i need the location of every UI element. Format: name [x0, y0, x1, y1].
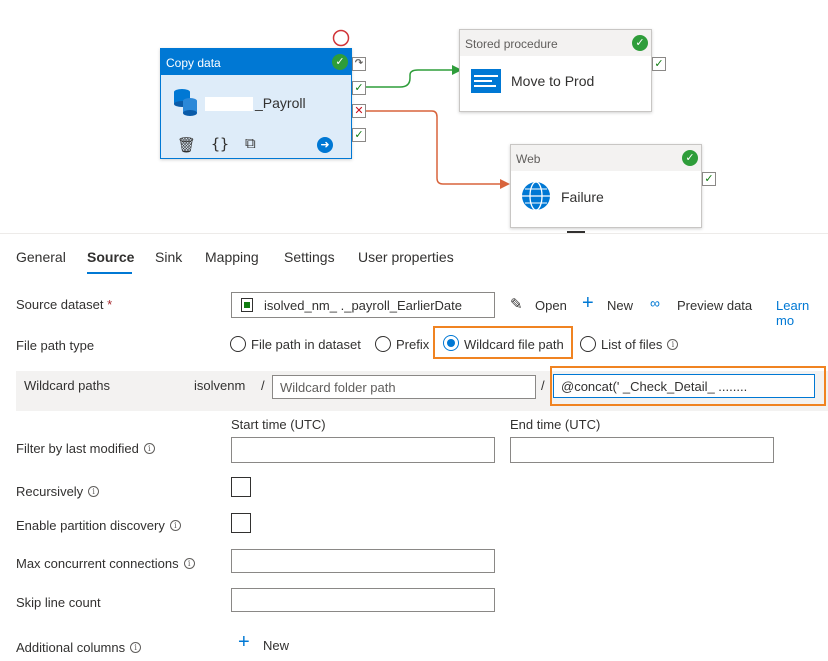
end-time-input[interactable] [510, 437, 774, 463]
pipeline-canvas[interactable]: Copy data ✓ _Payroll 🗑 {} ⧉ ➜ ↷ ✓ ✕ ✓ St… [0, 0, 828, 233]
redacted-block [205, 97, 253, 111]
tab-settings[interactable]: Settings [284, 249, 335, 265]
failure-arrowhead [500, 179, 510, 189]
learn-more-link[interactable]: Learn mo [776, 298, 828, 328]
file-path-type-label: File path type [16, 338, 95, 353]
copy-data-activity[interactable]: Copy data ✓ _Payroll 🗑 {} ⧉ ➜ [160, 48, 352, 159]
check-icon: ✓ [682, 150, 698, 166]
dataset-icon [241, 298, 253, 312]
breakpoint-circle [332, 29, 350, 47]
failure-connector [366, 110, 500, 185]
web-activity-name: Failure [561, 189, 604, 205]
info-icon: i [183, 558, 195, 569]
end-time-label: End time (UTC) [510, 417, 601, 432]
copy-icon[interactable]: ⧉ [245, 135, 256, 152]
skip-line-count-input[interactable] [231, 588, 495, 612]
path-separator: / [261, 378, 265, 393]
option-prefix[interactable]: Prefix [396, 337, 429, 352]
glasses-icon[interactable]: ∞ [650, 295, 660, 311]
option-list-of-files[interactable]: List of files i [601, 337, 679, 352]
web-success-check-icon[interactable]: ✓ [702, 172, 716, 186]
recursively-checkbox[interactable] [231, 477, 251, 497]
path-separator-2: / [541, 378, 545, 393]
activity-type: Stored procedure [465, 37, 558, 51]
arrow-right-icon[interactable]: ➜ [317, 137, 333, 153]
stored-procedure-activity[interactable]: Stored procedure ✓ Move to Prod [459, 29, 652, 112]
max-concurrent-connections-label: Max concurrent connections i [16, 556, 195, 571]
copy-activity-header: Copy data ✓ [161, 49, 351, 75]
info-icon: i [143, 443, 155, 454]
success-connector [366, 69, 452, 88]
web-activity-header: Web ✓ [511, 145, 701, 171]
web-activity[interactable]: Web ✓ Failure [510, 144, 702, 228]
open-button[interactable]: Open [535, 298, 567, 313]
active-tab-indicator [87, 272, 132, 274]
globe-icon [522, 181, 550, 211]
tab-sink[interactable]: Sink [155, 249, 182, 265]
start-time-label: Start time (UTC) [231, 417, 326, 432]
preview-data-button[interactable]: Preview data [677, 298, 752, 313]
tab-user-properties[interactable]: User properties [358, 249, 454, 265]
additional-columns-label: Additional columns i [16, 640, 142, 655]
wildcard-paths-label: Wildcard paths [24, 378, 110, 393]
code-icon[interactable]: {} [211, 135, 229, 153]
tab-source[interactable]: Source [87, 249, 134, 265]
option-wildcard-file-path[interactable]: Wildcard file path [464, 337, 564, 352]
wildcard-folder-path-input[interactable]: Wildcard folder path [272, 375, 536, 399]
radio-file-path-in-dataset[interactable] [230, 336, 246, 352]
success-port-check-icon[interactable]: ✓ [352, 81, 366, 95]
radio-wildcard-file-path[interactable] [443, 335, 459, 351]
source-dataset-label: Source dataset * [16, 297, 113, 312]
radio-prefix[interactable] [375, 336, 391, 352]
info-icon: i [667, 339, 679, 350]
info-icon: i [130, 642, 142, 653]
new-button[interactable]: New [607, 298, 633, 313]
add-icon[interactable]: + [582, 292, 594, 315]
skip-line-count-label: Skip line count [16, 595, 101, 610]
delete-icon[interactable]: 🗑 [177, 136, 196, 154]
add-icon[interactable]: + [238, 631, 250, 654]
stored-procedure-icon [471, 69, 501, 93]
option-file-path-in-dataset[interactable]: File path in dataset [251, 337, 361, 352]
edit-icon[interactable]: ✎ [510, 295, 523, 313]
dataset-value: isolved_nm_ ._payroll_EarlierDate [264, 298, 462, 313]
stored-activity-header: Stored procedure ✓ [460, 30, 651, 56]
skip-icon[interactable]: ↷ [352, 57, 366, 71]
stored-success-check-icon[interactable]: ✓ [652, 57, 666, 71]
completion-port-check-icon[interactable]: ✓ [352, 128, 366, 142]
database-icon [174, 89, 197, 116]
max-concurrent-connections-input[interactable] [231, 549, 495, 573]
recursively-label: Recursively i [16, 484, 100, 499]
activity-type: Copy data [166, 56, 221, 70]
check-icon: ✓ [332, 54, 348, 70]
tab-mapping[interactable]: Mapping [205, 249, 259, 265]
wildcard-file-name-input[interactable]: @concat(' _Check_Detail_ ........ [553, 374, 815, 398]
filter-last-modified-label: Filter by last modified i [16, 441, 155, 456]
source-dataset-select[interactable]: isolved_nm_ ._payroll_EarlierDate [231, 292, 495, 318]
container-name: isolvenm [194, 378, 246, 393]
start-time-input[interactable] [231, 437, 495, 463]
info-icon: i [169, 520, 181, 531]
partition-discovery-label: Enable partition discovery i [16, 518, 181, 533]
stored-activity-name: Move to Prod [511, 73, 595, 89]
check-icon: ✓ [632, 35, 648, 51]
tab-general[interactable]: General [16, 249, 66, 265]
copy-activity-name: _Payroll [255, 95, 306, 111]
properties-tabs: General Source Sink Mapping Settings Use… [0, 233, 828, 274]
error-icon[interactable]: ✕ [352, 104, 366, 118]
connectors [332, 29, 585, 233]
partition-discovery-checkbox[interactable] [231, 513, 251, 533]
radio-list-of-files[interactable] [580, 336, 596, 352]
info-icon: i [88, 486, 100, 497]
activity-type: Web [516, 152, 541, 166]
add-column-button[interactable]: New [263, 638, 289, 653]
